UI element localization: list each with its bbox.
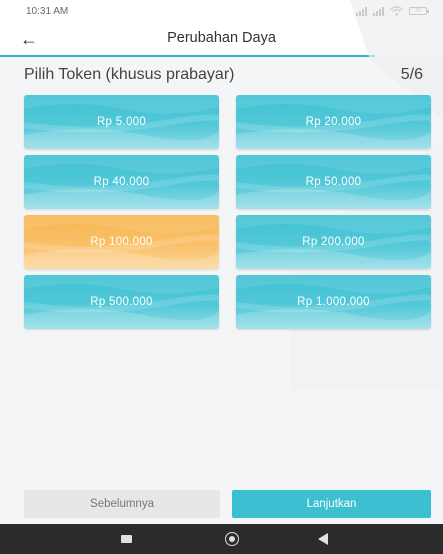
status-time: 10:31 AM — [26, 5, 69, 17]
token-label: Rp 100.000 — [90, 236, 153, 248]
previous-button[interactable]: Sebelumnya — [24, 490, 220, 518]
back-icon[interactable] — [318, 533, 328, 545]
token-option[interactable]: Rp 500.000 — [24, 275, 219, 329]
token-option[interactable]: Rp 5.000 — [24, 95, 219, 149]
status-icons: 35 — [356, 6, 429, 16]
token-label: Rp 500.000 — [90, 296, 153, 308]
token-label: Rp 200.000 — [302, 236, 365, 248]
signal-icon — [356, 6, 367, 16]
signal-icon — [373, 6, 384, 16]
home-icon[interactable] — [225, 532, 239, 546]
token-option[interactable]: Rp 40.000 — [24, 155, 219, 209]
token-label: Rp 50.000 — [305, 176, 362, 188]
token-label: Rp 1.000.000 — [297, 296, 370, 308]
token-option[interactable]: Rp 50.000 — [236, 155, 431, 209]
token-label: Rp 20.000 — [305, 116, 362, 128]
token-option[interactable]: Rp 100.000 — [24, 215, 219, 269]
page-title: Perubahan Daya — [167, 30, 276, 46]
next-button[interactable]: Lanjutkan — [232, 490, 431, 518]
wifi-icon — [390, 6, 403, 16]
app-bar-underline — [0, 55, 375, 57]
token-option[interactable]: Rp 20.000 — [236, 95, 431, 149]
battery-icon: 35 — [409, 7, 429, 15]
step-counter: 5/6 — [400, 66, 423, 83]
system-nav-bar — [0, 524, 443, 554]
token-label: Rp 5.000 — [96, 116, 147, 128]
token-label: Rp 40.000 — [93, 176, 150, 188]
section-title: Pilih Token (khusus prabayar) — [24, 66, 235, 83]
status-bar: 10:31 AM 35 — [0, 0, 443, 22]
app-bar: ← Perubahan Daya — [0, 22, 443, 56]
recent-apps-icon[interactable] — [121, 535, 132, 543]
token-option[interactable]: Rp 200.000 — [236, 215, 431, 269]
token-option[interactable]: Rp 1.000.000 — [236, 275, 431, 329]
